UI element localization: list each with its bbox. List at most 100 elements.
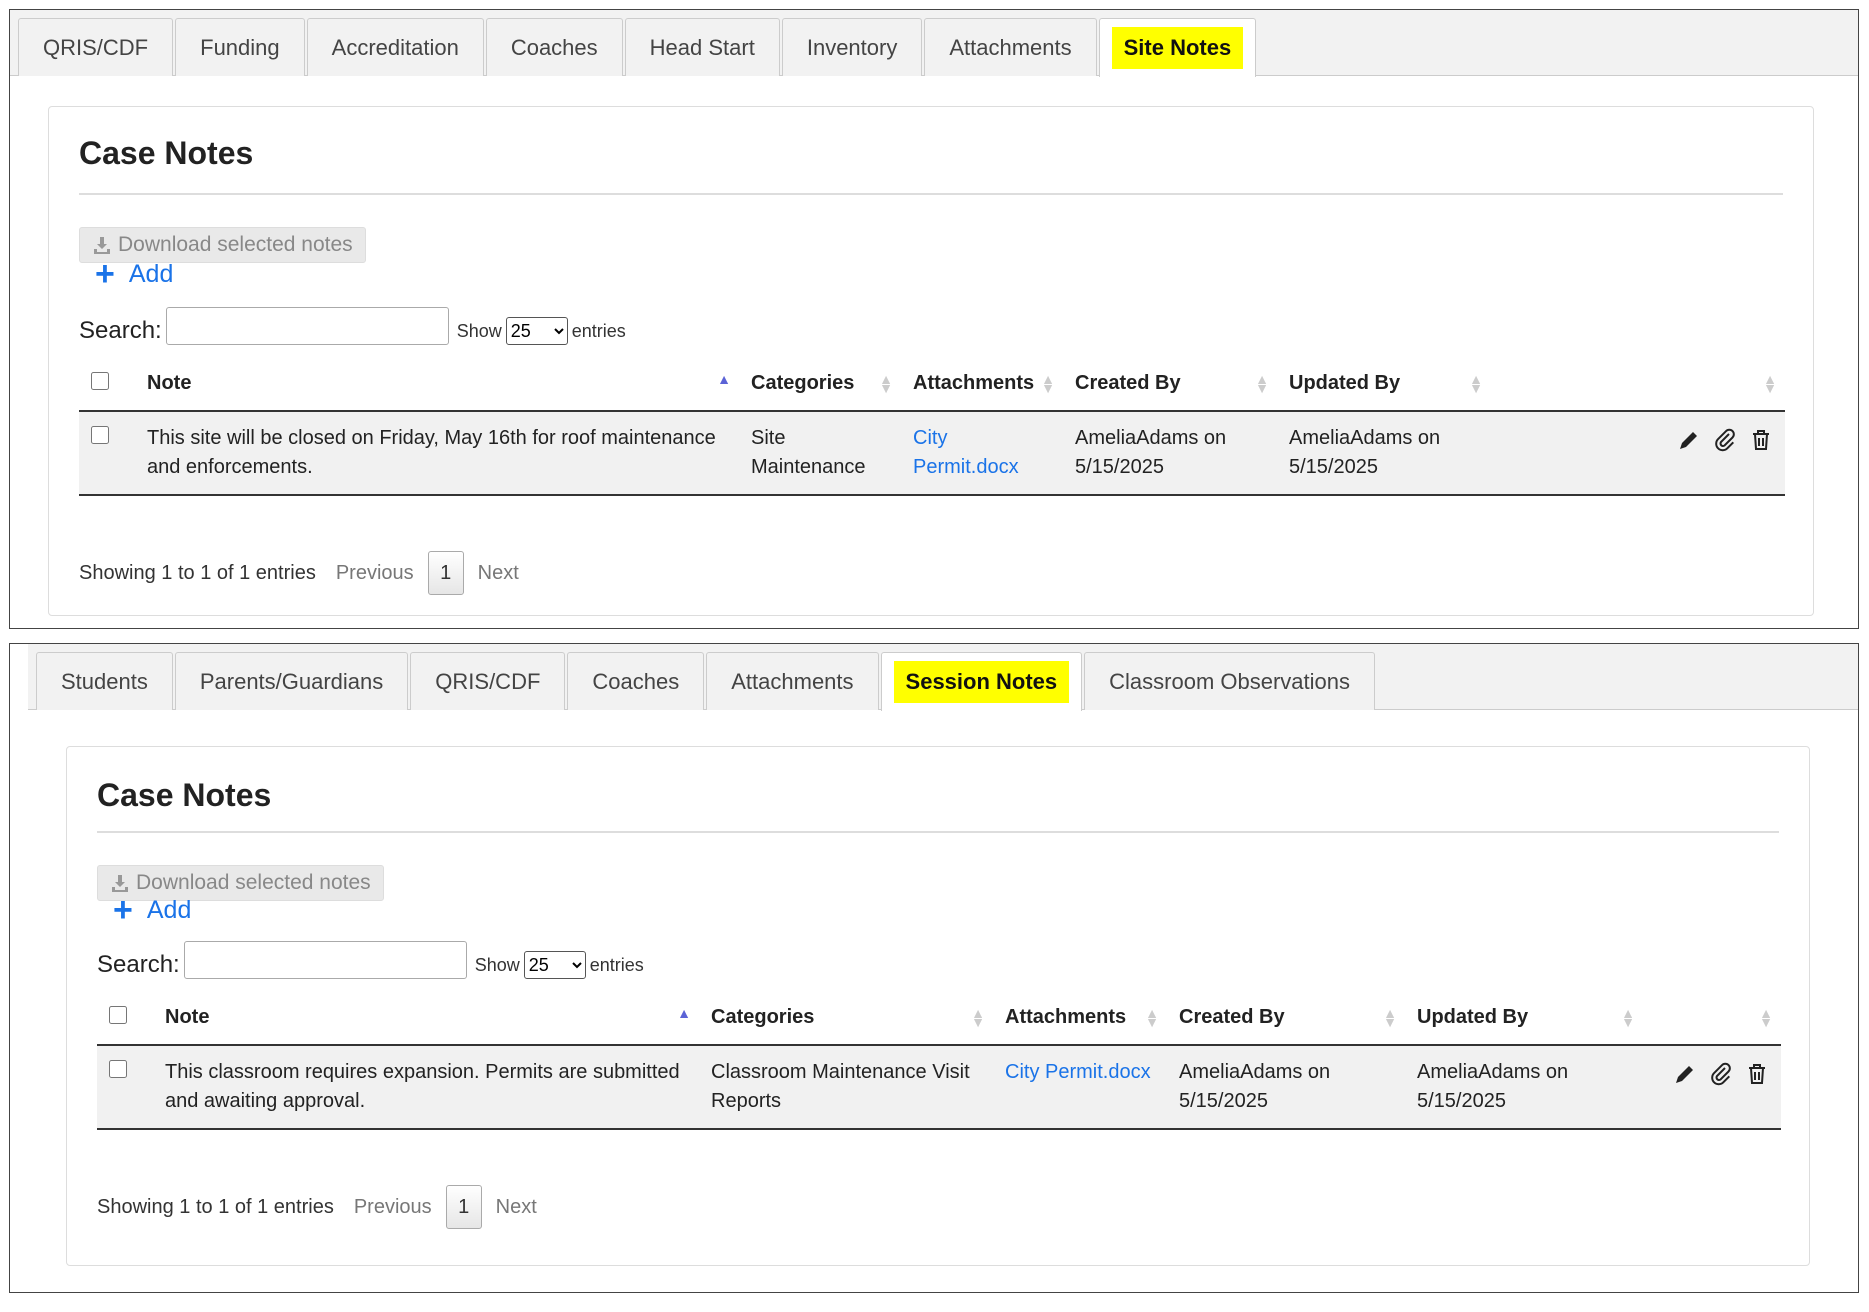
column-header-updated-by[interactable]: Updated By ▲ ▼ (1405, 991, 1643, 1046)
tab-label: Attachments (949, 34, 1072, 60)
table-info: Showing 1 to 1 of 1 entries (79, 561, 316, 584)
entries-label: entries (571, 320, 626, 341)
note-cell: This classroom requires expansion. Permi… (153, 1045, 699, 1130)
pencil-icon[interactable] (1673, 1062, 1697, 1086)
sort-icon: ▲ ▼ (1469, 370, 1483, 396)
select-all-checkbox[interactable] (109, 1005, 127, 1024)
trash-icon[interactable] (1745, 1062, 1769, 1086)
column-header-attachments[interactable]: Attachments ▲ ▼ (993, 991, 1167, 1046)
page-length-select[interactable]: 25 (523, 951, 586, 979)
page-1-button[interactable]: 1 (427, 551, 464, 595)
next-page-button[interactable]: Next (496, 1196, 537, 1219)
note-cell: This site will be closed on Friday, May … (135, 411, 739, 496)
tab-accreditation[interactable]: Accreditation (306, 18, 484, 76)
tab-parents-guardians[interactable]: Parents/Guardians (174, 652, 409, 710)
column-header-created-by[interactable]: Created By ▲ ▼ (1063, 357, 1277, 412)
page-length-select[interactable]: 25 (505, 317, 568, 345)
column-label: Created By (1075, 372, 1181, 394)
updated-by-cell: AmeliaAdams on 5/15/2025 (1405, 1045, 1643, 1130)
column-label: Created By (1179, 1006, 1285, 1028)
plus-icon: + (95, 255, 115, 293)
sort-icon: ▲ ▼ (971, 1004, 985, 1030)
row-checkbox[interactable] (109, 1060, 127, 1078)
select-all-header (79, 357, 135, 412)
column-header-categories[interactable]: Categories ▲ ▼ (699, 991, 993, 1046)
page-title: Case Notes (79, 135, 254, 171)
previous-page-button[interactable]: Previous (354, 1196, 432, 1219)
paperclip-icon[interactable] (1709, 1062, 1733, 1086)
search-input[interactable] (165, 307, 449, 345)
created-by-cell: AmeliaAdams on 5/15/2025 (1063, 411, 1277, 496)
sort-asc-icon: ▲▼ (717, 370, 731, 387)
tab-qris-cdf[interactable]: QRIS/CDF (18, 18, 174, 76)
add-note-link[interactable]: + Add (95, 257, 173, 291)
sort-icon: ▲ ▼ (1145, 1004, 1159, 1030)
tab-classroom-observations[interactable]: Classroom Observations (1084, 652, 1376, 710)
search-row: Search: Show 25 entries (97, 941, 644, 979)
case-notes-card: Case Notes Download selected notes + Add… (66, 746, 1810, 1266)
column-header-actions[interactable]: ▲ ▼ (1491, 357, 1785, 412)
add-label: Add (128, 259, 174, 288)
session-panel: Students Parents/Guardians QRIS/CDF Coac… (9, 643, 1859, 1293)
search-row: Search: Show 25 entries (79, 307, 626, 345)
download-icon (94, 237, 110, 254)
column-header-updated-by[interactable]: Updated By ▲ ▼ (1277, 357, 1491, 412)
tab-head-start[interactable]: Head Start (624, 18, 780, 76)
tab-label: Accreditation (331, 34, 459, 60)
tab-label: Students (61, 668, 148, 694)
tab-coaches[interactable]: Coaches (567, 652, 705, 710)
tab-qris-cdf[interactable]: QRIS/CDF (410, 652, 566, 710)
download-label: Download selected notes (118, 233, 353, 256)
sort-icon: ▲ ▼ (1041, 370, 1055, 396)
trash-icon[interactable] (1749, 428, 1773, 452)
column-label: Note (147, 372, 192, 394)
column-header-note[interactable]: Note ▲▼ (135, 357, 739, 412)
attachment-cell: City Permit.docx (993, 1045, 1167, 1130)
search-input[interactable] (183, 941, 467, 979)
row-checkbox[interactable] (91, 426, 109, 444)
paperclip-icon[interactable] (1713, 428, 1737, 452)
actions-cell (1491, 411, 1785, 496)
tab-label-highlighted: Site Notes (1111, 27, 1244, 69)
tab-inventory[interactable]: Inventory (781, 18, 923, 76)
column-header-categories[interactable]: Categories ▲ ▼ (739, 357, 901, 412)
tab-attachments[interactable]: Attachments (706, 652, 879, 710)
tab-students[interactable]: Students (36, 652, 173, 710)
tab-label: Parents/Guardians (199, 668, 384, 694)
tab-session-notes[interactable]: Session Notes (880, 652, 1083, 711)
table-footer: Showing 1 to 1 of 1 entries Previous 1 N… (97, 1185, 537, 1229)
next-page-button[interactable]: Next (478, 562, 519, 585)
attachment-link[interactable]: City Permit.docx (913, 427, 1019, 478)
page-title: Case Notes (97, 777, 272, 813)
show-label: Show (456, 320, 502, 341)
tab-coaches[interactable]: Coaches (485, 18, 623, 76)
search-label: Search: (79, 317, 162, 344)
created-by-cell: AmeliaAdams on 5/15/2025 (1167, 1045, 1405, 1130)
add-note-link[interactable]: + Add (113, 893, 191, 927)
tab-funding[interactable]: Funding (175, 18, 305, 76)
download-icon (112, 875, 128, 892)
page-length-control: Show 25 entries (475, 951, 644, 979)
page-1-button[interactable]: 1 (445, 1185, 482, 1229)
download-label: Download selected notes (136, 871, 371, 894)
tab-label: Coaches (510, 34, 598, 60)
column-header-created-by[interactable]: Created By ▲ ▼ (1167, 991, 1405, 1046)
column-label: Attachments (913, 372, 1035, 394)
pencil-icon[interactable] (1677, 428, 1701, 452)
actions-cell (1643, 1045, 1781, 1130)
previous-page-button[interactable]: Previous (336, 562, 414, 585)
tab-label: Coaches (592, 668, 680, 694)
sort-icon: ▲ ▼ (1763, 370, 1777, 396)
column-header-note[interactable]: Note ▲▼ (153, 991, 699, 1046)
column-header-attachments[interactable]: Attachments ▲ ▼ (901, 357, 1063, 412)
sort-icon: ▲ ▼ (1759, 1004, 1773, 1030)
tab-site-notes[interactable]: Site Notes (1098, 18, 1257, 77)
tab-attachments[interactable]: Attachments (924, 18, 1097, 76)
add-label: Add (146, 895, 192, 924)
attachment-link[interactable]: City Permit.docx (1005, 1061, 1151, 1083)
table-header-row: Note ▲▼ Categories ▲▼ Attachments ▲▼ Create… (79, 357, 1785, 412)
select-all-checkbox[interactable] (91, 371, 109, 390)
column-header-actions[interactable]: ▲ ▼ (1643, 991, 1781, 1046)
attachment-cell: City Permit.docx (901, 411, 1063, 496)
table-footer: Showing 1 to 1 of 1 entries Previous 1 N… (79, 551, 519, 595)
